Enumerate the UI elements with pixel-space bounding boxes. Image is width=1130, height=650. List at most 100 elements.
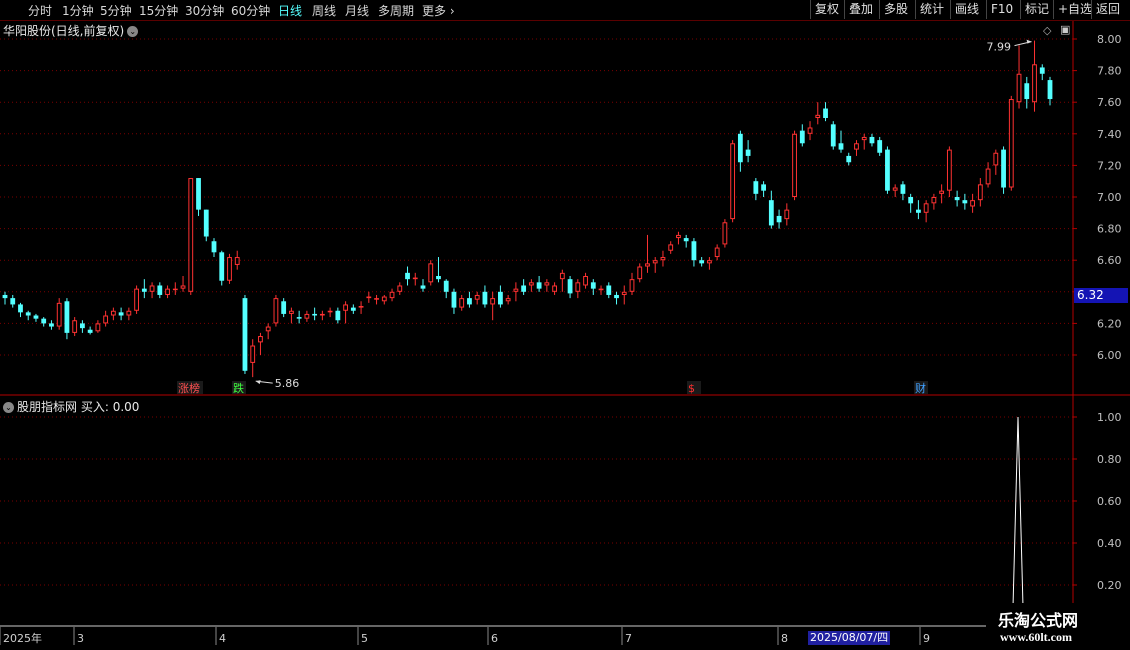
candle (753, 178, 759, 201)
candle (49, 320, 54, 330)
candle-body (110, 310, 116, 316)
candle (172, 282, 178, 295)
window-toggle-icon[interactable]: ▣ (1060, 23, 1070, 36)
candle (110, 307, 116, 321)
candle (281, 298, 287, 318)
chart-grid (0, 38, 1073, 586)
candle-body (598, 288, 604, 291)
candle (985, 162, 991, 188)
indicator-title[interactable]: ⌄ 股朋指标网 买入: 0.00 (3, 398, 139, 415)
candle-body (614, 294, 619, 299)
candle-body (714, 247, 720, 258)
candle (80, 320, 85, 333)
candle (474, 291, 480, 305)
candle (575, 279, 581, 299)
candle-body (350, 307, 356, 311)
current-price-tag: 6.32 (1074, 288, 1128, 303)
chevron-down-icon[interactable]: ⌄ (3, 402, 14, 413)
candle (823, 102, 828, 122)
diamond-icon[interactable]: ◇ (1043, 24, 1051, 37)
price-tick-label: 7.80 (1097, 65, 1122, 78)
watermark: 乐淘公式网 www.60lt.com (986, 603, 1130, 650)
candle-body (258, 336, 263, 343)
candle (118, 307, 124, 321)
candle-body (676, 234, 681, 239)
candle-body (892, 187, 898, 191)
candle (784, 203, 790, 226)
candle-body (544, 282, 550, 286)
price-tick-label: 7.20 (1097, 159, 1122, 172)
candle-body (768, 200, 774, 226)
candle (498, 285, 503, 308)
selected-date-label: 2025/08/07/四 (808, 631, 891, 645)
candle (637, 263, 643, 283)
candle (807, 121, 813, 141)
candle (64, 298, 70, 340)
candle (660, 250, 666, 267)
candle-body (505, 298, 511, 302)
candle-body (1047, 80, 1053, 100)
low-price-label: 5.86 (275, 377, 300, 390)
event-label: 涨榜 (178, 381, 200, 395)
candle-body (80, 323, 85, 329)
candle-body (869, 136, 875, 144)
candle (621, 285, 627, 305)
candle-body (389, 291, 395, 299)
kline-chart[interactable]: 8.007.807.607.407.207.006.806.606.406.20… (0, 0, 1130, 650)
candle (691, 238, 697, 267)
candle (745, 140, 751, 163)
candle-body (443, 280, 449, 292)
candle-body (559, 272, 565, 280)
candle (970, 193, 975, 213)
candle-body (227, 257, 232, 281)
candle (459, 294, 465, 311)
event-label: 财 (915, 381, 926, 395)
candle (776, 209, 782, 229)
candle-body (823, 108, 828, 118)
time-axis-label: 5 (361, 632, 368, 645)
candle (227, 253, 232, 284)
candle (544, 279, 550, 292)
candle (1047, 76, 1053, 106)
candle-body (490, 298, 496, 305)
candle (343, 301, 348, 324)
candle-body (575, 282, 581, 292)
candle-body (1039, 67, 1045, 74)
candle-body (412, 277, 418, 280)
candle-body (436, 276, 441, 280)
indicator-tick-label: 1.00 (1097, 411, 1122, 424)
candle-body (87, 329, 93, 333)
candle (830, 121, 836, 150)
chevron-down-icon[interactable]: ⌄ (127, 26, 139, 37)
time-axis-label: 2025年 (3, 631, 42, 645)
candle (730, 140, 736, 223)
candle-body (637, 266, 643, 280)
candle-body (18, 304, 23, 313)
candle (56, 298, 62, 330)
candle (33, 313, 39, 322)
candle (451, 288, 457, 314)
candle-body (211, 241, 217, 253)
candle-body (157, 285, 163, 295)
candle-body (521, 285, 527, 292)
candle-body (95, 323, 101, 332)
price-tick-label: 7.40 (1097, 128, 1122, 141)
candle-body (784, 209, 790, 220)
candle-body (954, 197, 960, 201)
main-chart-title[interactable]: 华阳股份(日线,前复权) ⌄ (3, 22, 139, 39)
candle (250, 339, 256, 378)
candle (699, 257, 705, 267)
candle-body (567, 279, 573, 294)
candle (258, 332, 263, 355)
candle-body (606, 285, 612, 295)
candle-body (498, 291, 503, 305)
candle-body (459, 298, 465, 308)
candle-body (977, 184, 983, 201)
candle (1039, 64, 1045, 81)
candle (854, 140, 859, 156)
stock-title: 华阳股份(日线,前复权) (3, 24, 125, 38)
candle-body (745, 149, 751, 156)
candle (374, 294, 379, 305)
chart-axes: 8.007.807.607.407.207.006.806.606.406.20… (0, 21, 1130, 645)
candle (590, 279, 596, 295)
